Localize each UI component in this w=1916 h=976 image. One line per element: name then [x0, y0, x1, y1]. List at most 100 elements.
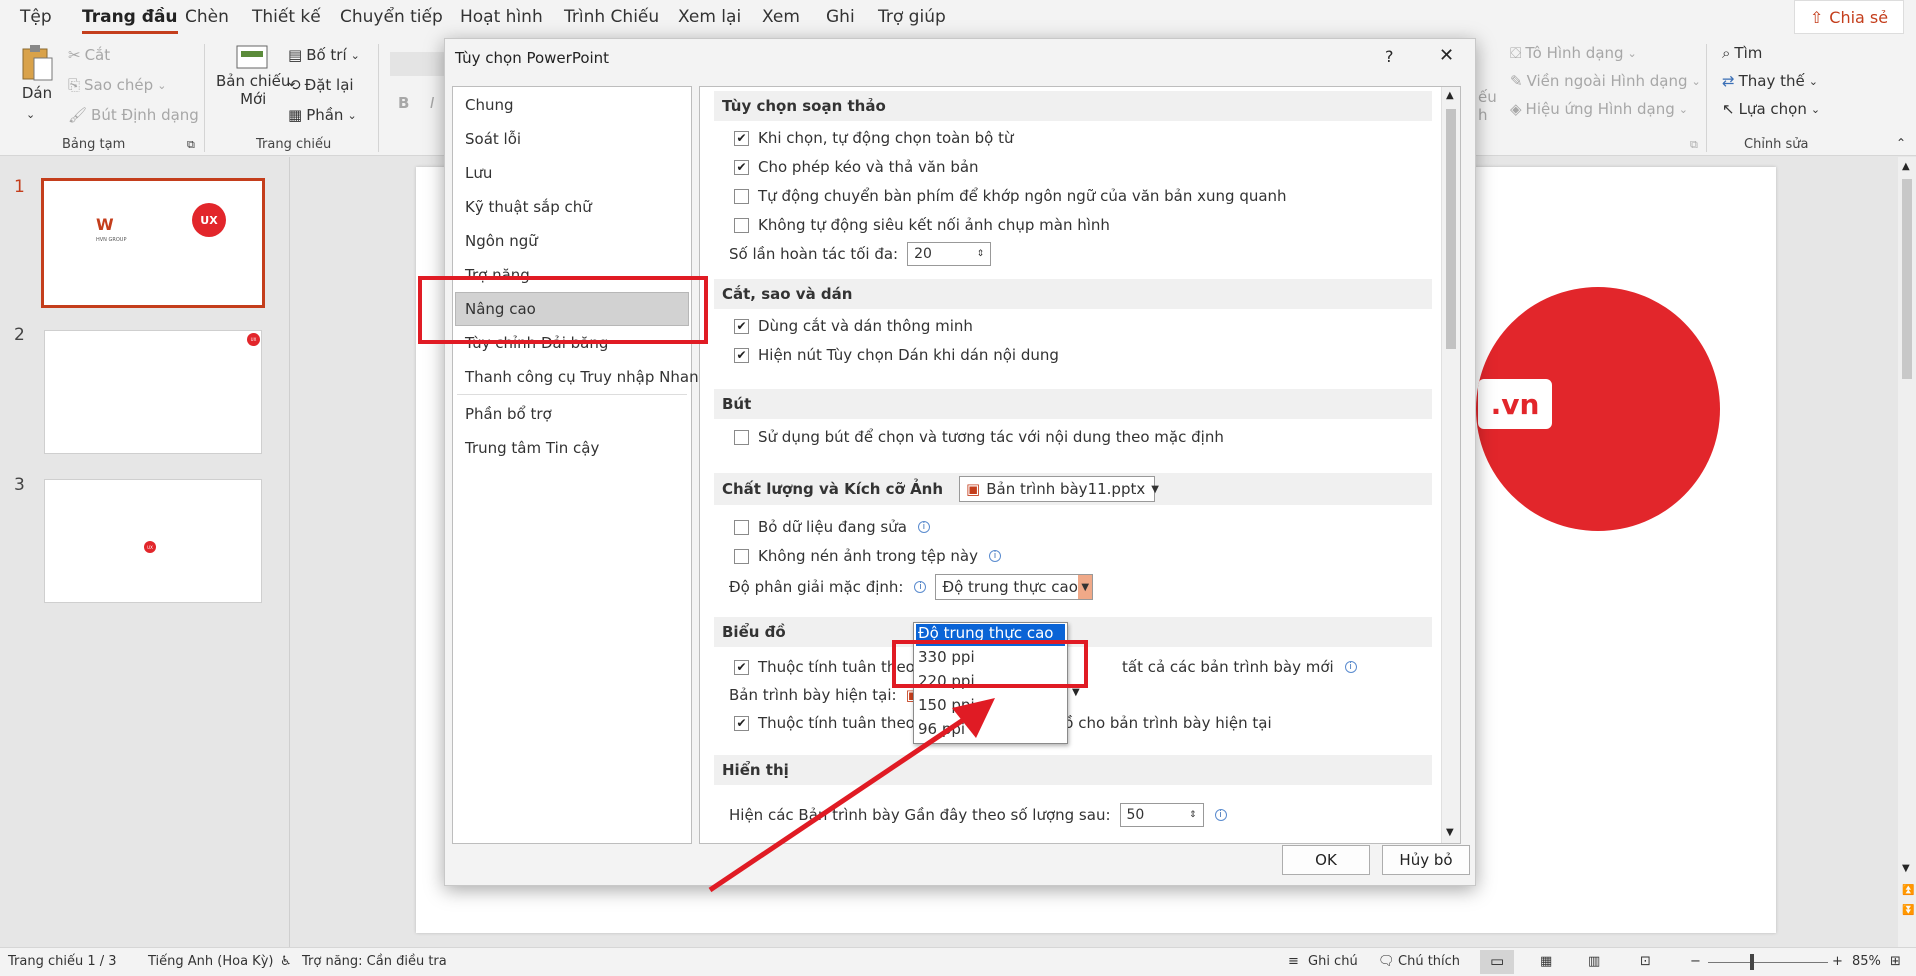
- menu-slideshow[interactable]: Trình Chiếu: [564, 7, 659, 27]
- zoom-slider-thumb[interactable]: [1750, 954, 1754, 970]
- checkbox-checked[interactable]: ✔: [734, 318, 749, 334]
- nav-item-typography[interactable]: Kỹ thuật sắp chữ: [465, 198, 592, 216]
- menu-design[interactable]: Thiết kế: [252, 7, 321, 27]
- comments-button[interactable]: Chú thích: [1398, 954, 1460, 969]
- current-presentation-dropdown-arrow-icon[interactable]: ▼: [1072, 687, 1080, 698]
- canvas-scrollbar[interactable]: ▲ ▼ ⏫ ⏬: [1898, 157, 1916, 947]
- resolution-dropdown[interactable]: Độ trung thực cao ▼: [935, 574, 1094, 600]
- reading-view-icon[interactable]: ▥: [1588, 954, 1600, 969]
- close-button[interactable]: ✕: [1439, 45, 1454, 66]
- slide-sorter-icon[interactable]: ▦: [1540, 954, 1552, 969]
- option-drag-drop[interactable]: ✔ Cho phép kéo và thả văn bản: [734, 158, 979, 176]
- shape-effects-button[interactable]: ◈ Hiệu ứng Hình dạng ⌄: [1510, 100, 1688, 118]
- option-select-whole-word[interactable]: ✔ Khi chọn, tự động chọn toàn bộ từ: [734, 129, 1014, 147]
- scroll-down-icon[interactable]: ▼: [1902, 863, 1910, 874]
- layout-button[interactable]: ▤ Bố trí ⌄: [288, 46, 360, 64]
- scroll-down-icon[interactable]: ▼: [1446, 827, 1454, 838]
- content-scroll-thumb[interactable]: [1446, 109, 1456, 349]
- nav-item-language[interactable]: Ngôn ngữ: [465, 232, 538, 250]
- checkbox-checked[interactable]: ✔: [734, 130, 749, 146]
- ok-button[interactable]: OK: [1282, 845, 1370, 875]
- menu-help[interactable]: Trợ giúp: [878, 7, 946, 27]
- fit-to-window-icon[interactable]: ⊞: [1890, 954, 1901, 969]
- shape-fill-button[interactable]: ⛋ Tô Hình dạng ⌄: [1510, 44, 1637, 62]
- paste-button[interactable]: Dán: [20, 44, 54, 102]
- info-icon[interactable]: i: [917, 521, 930, 533]
- find-button[interactable]: ⌕ Tìm: [1722, 44, 1762, 62]
- replace-button[interactable]: ⇄ Thay thế ⌄: [1722, 72, 1818, 90]
- nav-item-proofing[interactable]: Soát lỗi: [465, 130, 521, 148]
- normal-view-button[interactable]: ▭: [1480, 950, 1514, 974]
- scroll-thumb[interactable]: [1902, 179, 1912, 379]
- scroll-up-icon[interactable]: ▲: [1902, 161, 1910, 172]
- image-file-dropdown[interactable]: ▣ Bản trình bày11.pptx ▼: [959, 476, 1159, 502]
- language-indicator[interactable]: Tiếng Anh (Hoa Kỳ): [148, 954, 273, 969]
- nav-item-trust-center[interactable]: Trung tâm Tin cậy: [465, 439, 599, 457]
- help-button[interactable]: ?: [1385, 47, 1394, 66]
- zoom-slider[interactable]: [1708, 962, 1828, 963]
- recent-count-spinner[interactable]: 50 ⇕: [1119, 803, 1204, 827]
- option-no-compress-images[interactable]: Không nén ảnh trong tệp này i: [734, 547, 1001, 565]
- slide-thumbnail-2[interactable]: UX: [44, 330, 262, 454]
- accessibility-status[interactable]: Trợ năng: Cần điều tra: [302, 954, 447, 969]
- checkbox-unchecked[interactable]: [734, 519, 749, 535]
- zoom-out-icon[interactable]: −: [1690, 954, 1701, 969]
- shape-outline-button[interactable]: ✎ Viền ngoài Hình dạng ⌄: [1510, 72, 1701, 90]
- nav-item-quick-access-toolbar[interactable]: Thanh công cụ Truy nhập Nhanh: [465, 368, 708, 386]
- spinner-arrows-icon[interactable]: ⇕: [977, 249, 985, 259]
- info-icon[interactable]: i: [914, 581, 927, 593]
- notes-button[interactable]: Ghi chú: [1308, 954, 1358, 969]
- nav-item-save[interactable]: Lưu: [465, 164, 492, 182]
- info-icon[interactable]: i: [1344, 661, 1357, 673]
- spinner-arrows-icon[interactable]: ⇕: [1189, 810, 1197, 820]
- undo-count-spinner[interactable]: 20 ⇕: [907, 242, 992, 266]
- option-no-hyperlink-screenshot[interactable]: Không tự động siêu kết nối ảnh chụp màn …: [734, 216, 1110, 234]
- zoom-in-icon[interactable]: +: [1832, 954, 1843, 969]
- checkbox-checked[interactable]: ✔: [734, 659, 749, 675]
- menu-home[interactable]: Trang đầu: [82, 7, 178, 34]
- scroll-up-icon[interactable]: ▲: [1446, 90, 1454, 101]
- cancel-button[interactable]: Hủy bỏ: [1382, 845, 1470, 875]
- format-painter-button[interactable]: 🖌 Bút Định dạng: [68, 106, 199, 124]
- previous-slide-icon[interactable]: ⏫: [1902, 885, 1914, 896]
- slideshow-icon[interactable]: ⊡: [1640, 954, 1651, 969]
- checkbox-checked[interactable]: ✔: [734, 159, 749, 175]
- checkbox-unchecked[interactable]: [734, 217, 749, 233]
- zoom-level[interactable]: 85%: [1852, 954, 1881, 969]
- bold-button[interactable]: B: [398, 94, 409, 112]
- next-slide-icon[interactable]: ⏬: [1902, 905, 1914, 916]
- new-slide-button[interactable]: Bản chiếu Mới: [216, 42, 290, 108]
- checkbox-checked[interactable]: ✔: [734, 347, 749, 363]
- menu-insert[interactable]: Chèn: [185, 7, 229, 27]
- menu-review[interactable]: Xem lại: [678, 7, 741, 27]
- select-button[interactable]: ↖ Lựa chọn ⌄: [1722, 100, 1820, 118]
- info-icon[interactable]: i: [1214, 809, 1227, 821]
- collapse-ribbon-icon[interactable]: ⌃: [1896, 136, 1906, 150]
- drawing-launcher-icon[interactable]: ⧉: [1690, 138, 1698, 152]
- menu-record[interactable]: Ghi: [826, 7, 855, 27]
- menu-view[interactable]: Xem: [762, 7, 800, 27]
- option-auto-keyboard[interactable]: Tự động chuyển bàn phím để khớp ngôn ngữ…: [734, 187, 1287, 205]
- checkbox-unchecked[interactable]: [734, 188, 749, 204]
- font-name-box[interactable]: [390, 52, 450, 76]
- copy-button[interactable]: ⎘ Sao chép ⌄: [68, 76, 166, 94]
- checkbox-unchecked[interactable]: [734, 548, 749, 564]
- clipboard-launcher-icon[interactable]: ⧉: [187, 138, 195, 152]
- option-smart-cut-paste[interactable]: ✔ Dùng cắt và dán thông minh: [734, 317, 973, 335]
- option-pen-select[interactable]: Sử dụng bút để chọn và tương tác với nội…: [734, 428, 1224, 446]
- slide-thumbnail-1[interactable]: W HVN GROUP UX: [41, 178, 265, 308]
- content-scrollbar[interactable]: ▲ ▼: [1441, 87, 1460, 843]
- nav-item-general[interactable]: Chung: [465, 96, 514, 114]
- share-button[interactable]: ⇧ Chia sẻ: [1794, 0, 1904, 34]
- option-discard-editing-data[interactable]: Bỏ dữ liệu đang sửa i: [734, 518, 930, 536]
- menu-file[interactable]: Tệp: [20, 7, 52, 27]
- slide-thumbnail-3[interactable]: UX: [44, 479, 262, 603]
- menu-transitions[interactable]: Chuyển tiếp: [340, 7, 443, 27]
- option-paste-options-button[interactable]: ✔ Hiện nút Tùy chọn Dán khi dán nội dung: [734, 346, 1059, 364]
- nav-item-add-ins[interactable]: Phần bổ trợ: [465, 405, 552, 423]
- checkbox-unchecked[interactable]: [734, 429, 749, 445]
- reset-button[interactable]: ⟲ Đặt lại: [288, 76, 354, 94]
- dropdown-arrow-icon[interactable]: ▼: [1077, 575, 1093, 599]
- info-icon[interactable]: i: [988, 550, 1001, 562]
- italic-button[interactable]: I: [430, 94, 434, 112]
